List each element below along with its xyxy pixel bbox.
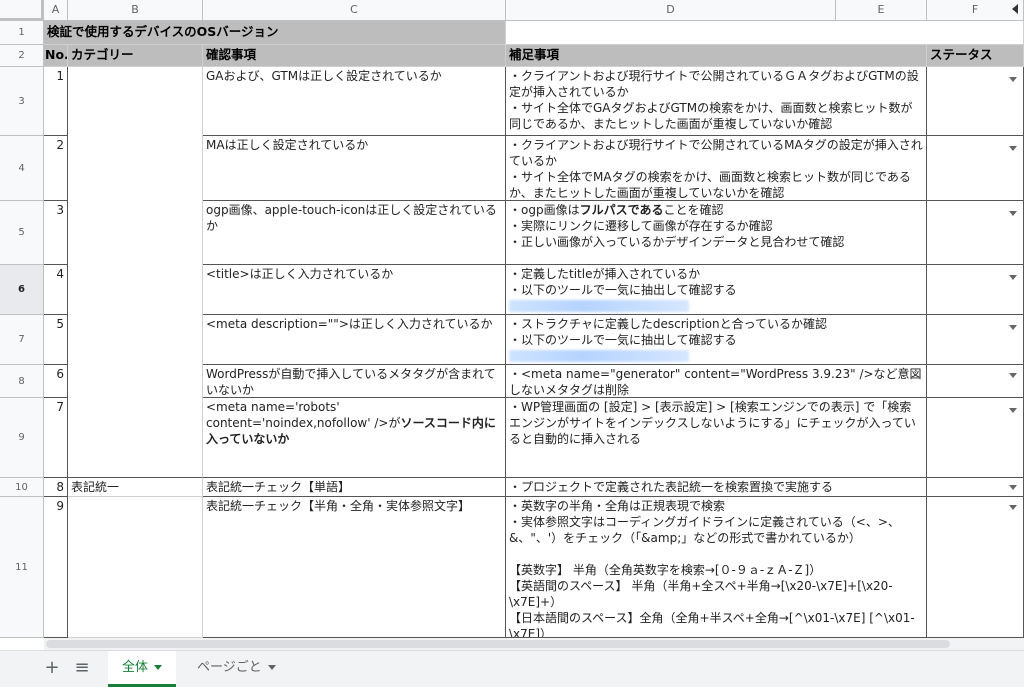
item-note[interactable]: ・WP管理画面の [設定] > [表示設定] > [検索エンジンでの表示] で「… bbox=[506, 398, 927, 478]
dropdown-arrow-icon[interactable] bbox=[1009, 505, 1017, 510]
note-bold-text: フルパスである bbox=[579, 203, 664, 217]
item-check[interactable]: WordPressが自動で挿入しているメタタグが含まれていないか bbox=[203, 365, 506, 398]
column-header-e[interactable]: E bbox=[836, 0, 927, 21]
note-text: ・ストラクチャに定義したdescriptionと合っているか確認 ・以下のツール… bbox=[509, 317, 828, 347]
status-dropdown[interactable] bbox=[927, 398, 1024, 478]
item-check[interactable]: 表記統一チェック【単語】 bbox=[203, 478, 506, 497]
chevron-down-icon[interactable] bbox=[154, 665, 163, 670]
blurred-tool-link[interactable] bbox=[509, 350, 689, 362]
column-header-c[interactable]: C bbox=[203, 0, 506, 21]
item-check[interactable]: GAおよび、GTMは正しく設定されているか bbox=[203, 67, 506, 136]
header-item[interactable]: 確認事項 bbox=[203, 45, 506, 67]
all-sheets-menu-icon[interactable]: ≡ bbox=[70, 651, 94, 685]
row-header-4[interactable]: 4 bbox=[0, 136, 44, 201]
item-number[interactable]: 1 bbox=[44, 67, 68, 136]
item-note[interactable]: ・クライアントおよび現行サイトで公開されているＧＡタグおよびGTMの設定が挿入さ… bbox=[506, 67, 927, 136]
row-header-11[interactable]: 11 bbox=[0, 497, 44, 638]
status-dropdown[interactable] bbox=[927, 497, 1024, 638]
add-sheet-icon[interactable]: + bbox=[40, 651, 64, 685]
tab-label: ページごと bbox=[197, 660, 262, 675]
note-text: ・ogp画像は bbox=[509, 203, 580, 217]
sheet-title-cell[interactable]: 検証で使用するデバイスのOSバージョン bbox=[44, 21, 506, 45]
dropdown-arrow-icon[interactable] bbox=[1009, 211, 1017, 216]
category-cell-empty[interactable] bbox=[68, 497, 203, 638]
item-check[interactable]: 表記統一チェック【半角・全角・実体参照文字】 bbox=[203, 497, 506, 638]
column-header-b[interactable]: B bbox=[68, 0, 203, 21]
row-header-9[interactable]: 9 bbox=[0, 398, 44, 478]
note-text: ・定義したtitleが挿入されているか ・以下のツールで一気に抽出して確認する bbox=[509, 267, 737, 297]
item-check[interactable]: ogp画像、apple-touch-iconは正しく設定されているか bbox=[203, 201, 506, 265]
item-check[interactable]: <title>は正しく入力されているか bbox=[203, 265, 506, 315]
header-status[interactable]: ステータス bbox=[927, 45, 1024, 67]
row-header-7[interactable]: 7 bbox=[0, 315, 44, 365]
dropdown-arrow-icon[interactable] bbox=[1009, 275, 1017, 280]
item-check[interactable]: <meta name='robots' content='noindex,nof… bbox=[203, 398, 506, 478]
status-dropdown[interactable] bbox=[927, 478, 1024, 497]
row-header-5[interactable]: 5 bbox=[0, 201, 44, 265]
item-number[interactable]: 3 bbox=[44, 201, 68, 265]
item-number[interactable]: 5 bbox=[44, 315, 68, 365]
item-note[interactable]: ・プロジェクトで定義された表記統一を検索置換で実施する bbox=[506, 478, 927, 497]
status-dropdown[interactable] bbox=[927, 315, 1024, 365]
item-number[interactable]: 6 bbox=[44, 365, 68, 398]
tab-label: 全体 bbox=[122, 660, 149, 675]
dropdown-arrow-icon[interactable] bbox=[1009, 77, 1017, 82]
item-number[interactable]: 9 bbox=[44, 497, 68, 638]
item-text: <meta name='robots' content='noindex,nof… bbox=[206, 400, 401, 430]
column-header-a[interactable]: A bbox=[44, 0, 68, 21]
dropdown-arrow-icon[interactable] bbox=[1009, 373, 1017, 378]
status-dropdown[interactable] bbox=[927, 136, 1024, 201]
item-number[interactable]: 4 bbox=[44, 265, 68, 315]
item-note[interactable]: ・英数字の半角・全角は正規表現で検索 ・実体参照文字はコーディングガイドラインに… bbox=[506, 497, 927, 638]
select-all-corner[interactable] bbox=[0, 0, 44, 21]
item-note[interactable]: ・ogp画像はフルパスであることを確認 ・実際にリンクに遷移して画像が存在するか… bbox=[506, 201, 927, 265]
column-header-d[interactable]: D bbox=[506, 0, 836, 21]
item-number[interactable]: 8 bbox=[44, 478, 68, 497]
header-note[interactable]: 補足事項 bbox=[506, 45, 927, 67]
status-dropdown[interactable] bbox=[927, 265, 1024, 315]
row-header-3[interactable]: 3 bbox=[0, 67, 44, 136]
item-note[interactable]: ・クライアントおよび現行サイトで公開されているMAタグの設定が挿入されているか … bbox=[506, 136, 927, 201]
status-dropdown[interactable] bbox=[927, 201, 1024, 265]
row-header-8[interactable]: 8 bbox=[0, 365, 44, 398]
chevron-down-icon[interactable] bbox=[267, 665, 276, 670]
column-header-f[interactable]: F bbox=[927, 0, 1024, 21]
category-cell[interactable]: 表記統一 bbox=[68, 478, 203, 497]
dropdown-arrow-icon[interactable] bbox=[1009, 325, 1017, 330]
item-check[interactable]: MAは正しく設定されているか bbox=[203, 136, 506, 201]
horizontal-scrollbar-thumb[interactable] bbox=[46, 640, 950, 648]
blurred-tool-link[interactable] bbox=[509, 300, 689, 312]
tab-sheet-per-page[interactable]: ページごと bbox=[183, 651, 290, 687]
header-no[interactable]: No. bbox=[44, 45, 68, 67]
status-dropdown[interactable] bbox=[927, 67, 1024, 136]
header-category[interactable]: カテゴリー bbox=[68, 45, 203, 67]
item-number[interactable]: 7 bbox=[44, 398, 68, 478]
item-note[interactable]: ・ストラクチャに定義したdescriptionと合っているか確認 ・以下のツール… bbox=[506, 315, 927, 365]
item-check[interactable]: <meta description="">は正しく入力されているか bbox=[203, 315, 506, 365]
dropdown-arrow-icon[interactable] bbox=[1009, 408, 1017, 413]
row-header-1[interactable]: 1 bbox=[0, 21, 44, 45]
empty-cell[interactable] bbox=[506, 21, 1024, 45]
item-note[interactable]: ・<meta name="generator" content="WordPre… bbox=[506, 365, 927, 398]
sheet-tabs-bar: + ≡ 全体 ページごと bbox=[0, 650, 1024, 687]
item-note[interactable]: ・定義したtitleが挿入されているか ・以下のツールで一気に抽出して確認する bbox=[506, 265, 927, 315]
row-header-6[interactable]: 6 bbox=[0, 265, 44, 315]
status-dropdown[interactable] bbox=[927, 365, 1024, 398]
item-number[interactable]: 2 bbox=[44, 136, 68, 201]
dropdown-arrow-icon[interactable] bbox=[1009, 485, 1017, 490]
spreadsheet-grid[interactable]: A B C D E F 1 2 3 4 5 6 7 8 9 10 11 検証で使… bbox=[0, 0, 1024, 638]
dropdown-arrow-icon[interactable] bbox=[1009, 146, 1017, 151]
collapse-panel-icon[interactable] bbox=[1012, 4, 1018, 14]
tab-sheet-all[interactable]: 全体 bbox=[108, 651, 177, 687]
category-cell-empty[interactable] bbox=[68, 67, 203, 478]
row-header-2[interactable]: 2 bbox=[0, 45, 44, 67]
row-header-10[interactable]: 10 bbox=[0, 478, 44, 497]
